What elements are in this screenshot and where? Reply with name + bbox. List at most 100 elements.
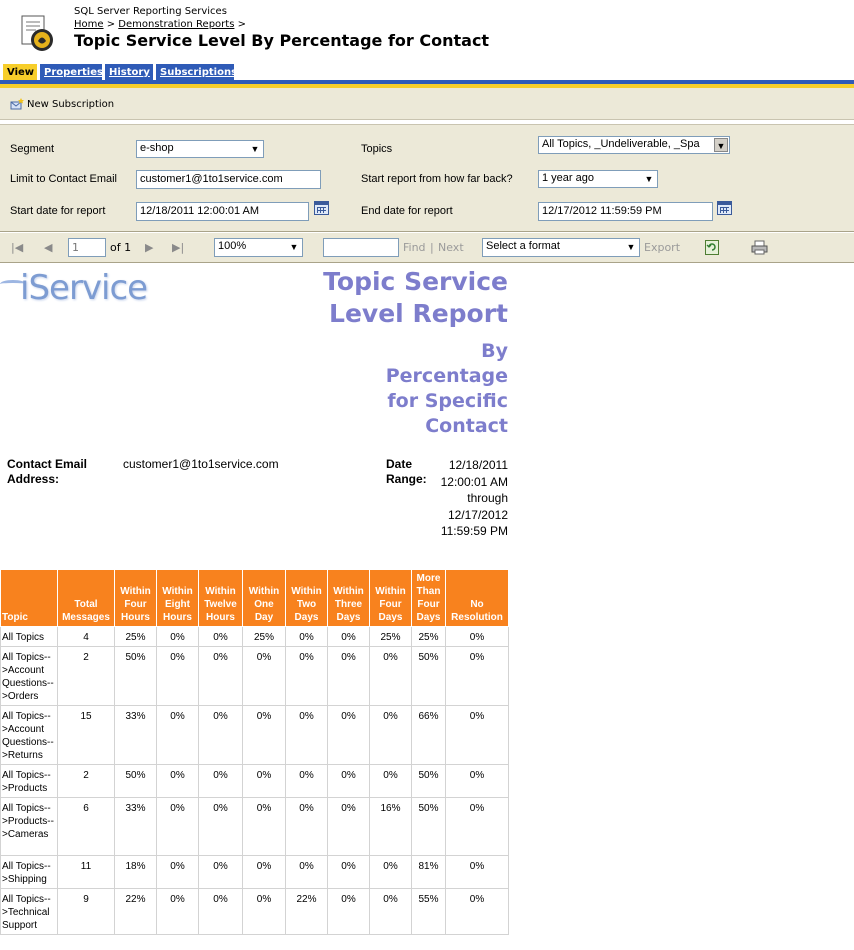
- table-row: All Topics 4 25% 0% 0% 25% 0% 0% 25% 25% 0%: [0, 626, 509, 647]
- chevron-down-icon: ▼: [289, 242, 299, 252]
- export-format-select[interactable]: Select a format ▼: [482, 238, 640, 257]
- new-subscription-icon: [10, 98, 24, 110]
- report-table-body: All Topics 4 25% 0% 0% 25% 0% 0% 25% 25% 0% All Top…: [0, 626, 509, 935]
- value-cell: 25%: [242, 626, 286, 647]
- value-cell: 0%: [327, 797, 370, 856]
- value-cell: 0%: [327, 705, 370, 765]
- value-cell: 0%: [156, 705, 199, 765]
- topic-cell: All Topics: [0, 626, 58, 647]
- howfar-select[interactable]: 1 year ago ▼: [538, 170, 658, 188]
- column-header: No Resolution: [445, 569, 509, 627]
- value-cell: 0%: [242, 646, 286, 706]
- page-count: of 1: [110, 241, 132, 254]
- table-row: All Topics-->Account Questions-->Orders 2…: [0, 646, 509, 706]
- report-title-line2: Level Report: [329, 299, 508, 328]
- breadcrumb-demonstration-reports[interactable]: Demonstration Reports: [118, 19, 234, 30]
- chevron-down-icon: ▼: [626, 242, 636, 252]
- breadcrumb: Home > Demonstration Reports >: [74, 19, 246, 30]
- page-number-field[interactable]: 1: [68, 238, 106, 257]
- column-header: Within Twelve Hours: [198, 569, 243, 627]
- value-cell: 0%: [285, 855, 328, 889]
- value-cell: 55%: [411, 888, 446, 935]
- end-date-field[interactable]: 12/17/2012 11:59:59 PM: [538, 202, 713, 221]
- start-date-field[interactable]: 12/18/2011 12:00:01 AM: [136, 202, 309, 221]
- value-cell: 0%: [285, 764, 328, 798]
- previous-page-icon[interactable]: ◀: [44, 241, 52, 254]
- email-field[interactable]: customer1@1to1service.com: [136, 170, 321, 189]
- value-cell: 0%: [198, 797, 243, 856]
- value-cell: 2: [57, 764, 115, 798]
- first-page-icon[interactable]: |◀: [11, 241, 23, 254]
- segment-select[interactable]: e-shop ▼: [136, 140, 264, 158]
- value-cell: 0%: [198, 705, 243, 765]
- howfar-value: 1 year ago: [542, 172, 594, 184]
- value-cell: 0%: [242, 797, 286, 856]
- table-row: All Topics-->Products-->Cameras 6 33% 0% 0% 0…: [0, 797, 509, 856]
- column-header: Total Messages: [57, 569, 115, 627]
- topic-cell: All Topics-->Account Questions-->Returns: [0, 705, 58, 765]
- topics-value: All Topics, _Undeliverable, _Spa: [542, 138, 700, 150]
- howfar-label: Start report from how far back?: [361, 173, 513, 185]
- topic-cell: All Topics-->Account Questions-->Orders: [0, 646, 58, 706]
- zoom-value: 100%: [218, 240, 247, 252]
- next-link[interactable]: Next: [438, 241, 464, 254]
- calendar-icon[interactable]: [717, 201, 732, 215]
- find-field[interactable]: [323, 238, 399, 257]
- zoom-select[interactable]: 100% ▼: [214, 238, 303, 257]
- segment-value: e-shop: [140, 142, 174, 154]
- next-page-icon[interactable]: ▶: [145, 241, 153, 254]
- report-title-line1: Topic Service: [323, 267, 508, 296]
- value-cell: 15: [57, 705, 115, 765]
- breadcrumb-home[interactable]: Home: [74, 19, 104, 30]
- value-cell: 0%: [445, 705, 509, 765]
- topics-label: Topics: [361, 143, 393, 155]
- value-cell: 33%: [114, 797, 157, 856]
- column-header: Within Two Days: [285, 569, 328, 627]
- header: SQL Server Reporting Services Home > Dem…: [0, 0, 854, 62]
- calendar-icon[interactable]: [314, 201, 329, 215]
- value-cell: 0%: [198, 855, 243, 889]
- value-cell: 0%: [242, 855, 286, 889]
- export-link[interactable]: Export: [644, 241, 680, 254]
- app-title: SQL Server Reporting Services: [74, 6, 227, 17]
- print-icon[interactable]: [751, 240, 768, 255]
- find-separator: |: [430, 241, 434, 254]
- value-cell: 18%: [114, 855, 157, 889]
- page-title: Topic Service Level By Percentage for Co…: [74, 31, 490, 50]
- value-cell: 0%: [156, 646, 199, 706]
- value-cell: 0%: [369, 705, 412, 765]
- value-cell: 0%: [198, 626, 243, 647]
- value-cell: 0%: [445, 626, 509, 647]
- table-row: All Topics-->Technical Support 9 22% 0% 0% 0%…: [0, 888, 509, 935]
- column-header: Topic: [0, 569, 58, 627]
- refresh-icon[interactable]: [705, 240, 719, 255]
- topic-cell: All Topics-->Technical Support: [0, 888, 58, 935]
- value-cell: 50%: [114, 646, 157, 706]
- export-format-value: Select a format: [486, 240, 560, 252]
- value-cell: 0%: [198, 888, 243, 935]
- value-cell: 22%: [114, 888, 157, 935]
- value-cell: 0%: [156, 764, 199, 798]
- contact-email-label: Contact Email Address:: [7, 457, 88, 486]
- breadcrumb-separator: >: [237, 19, 246, 30]
- value-cell: 0%: [242, 764, 286, 798]
- find-link[interactable]: Find: [403, 241, 426, 254]
- value-cell: 66%: [411, 705, 446, 765]
- value-cell: 0%: [285, 705, 328, 765]
- value-cell: 0%: [198, 764, 243, 798]
- end-date-label: End date for report: [361, 205, 453, 217]
- report-icon: [21, 15, 53, 51]
- value-cell: 0%: [369, 855, 412, 889]
- value-cell: 25%: [411, 626, 446, 647]
- column-header: Within One Day: [242, 569, 286, 627]
- subscription-toolbar: New Subscription: [0, 88, 854, 120]
- date-range-value: 12/18/2011 12:00:01 AM through 12/17/201…: [440, 458, 508, 538]
- value-cell: 0%: [327, 626, 370, 647]
- value-cell: 0%: [327, 764, 370, 798]
- new-subscription-button[interactable]: New Subscription: [10, 98, 114, 110]
- last-page-icon[interactable]: ▶|: [172, 241, 184, 254]
- value-cell: 0%: [445, 764, 509, 798]
- value-cell: 81%: [411, 855, 446, 889]
- value-cell: 25%: [114, 626, 157, 647]
- topics-select[interactable]: All Topics, _Undeliverable, _Spa ▼: [538, 136, 730, 154]
